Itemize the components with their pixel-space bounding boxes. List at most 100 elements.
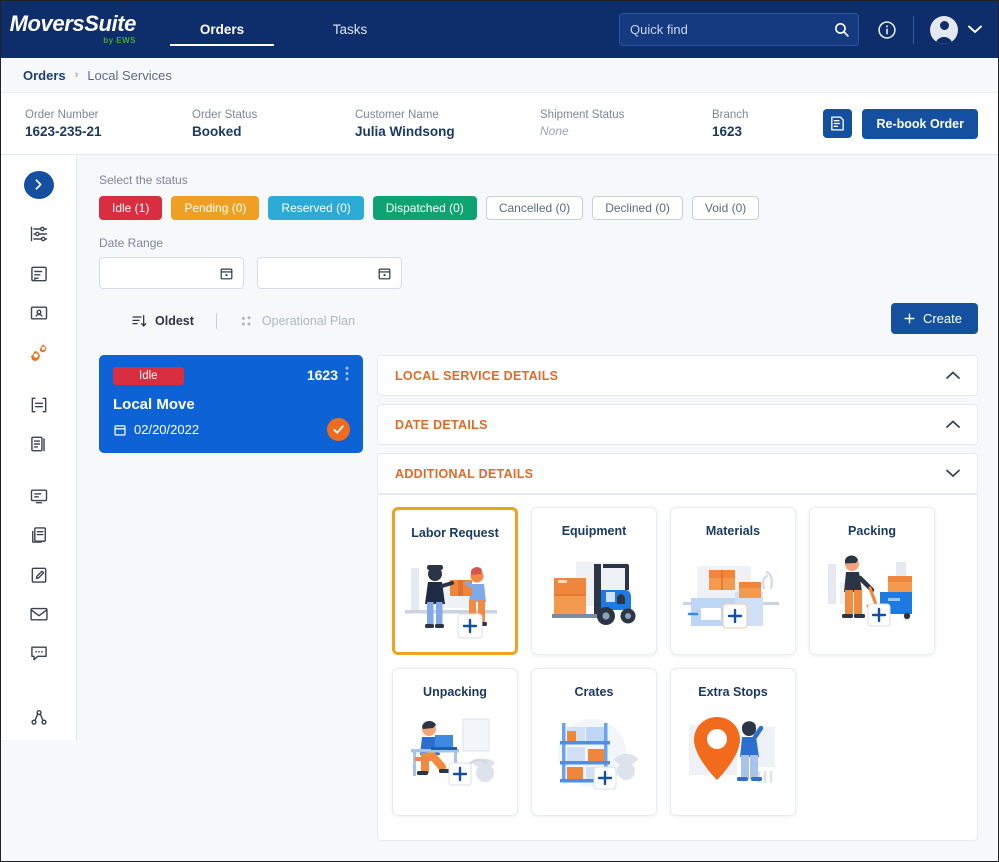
customer-name-value: Julia Windsong <box>355 124 540 139</box>
info-icon[interactable] <box>877 20 897 40</box>
main-nav: Orders Tasks <box>158 1 414 58</box>
materials-boxes-illustration <box>679 546 787 642</box>
sidebar-item-storage-icon[interactable] <box>20 478 58 513</box>
service-tiles: Labor Request <box>392 507 963 816</box>
accordion-additional-details[interactable]: ADDITIONAL DETAILS <box>377 453 978 494</box>
status-chip-pending[interactable]: Pending (0) <box>171 196 259 220</box>
search-input[interactable] <box>630 22 833 37</box>
tile-title: Packing <box>848 524 896 538</box>
tile-title: Unpacking <box>423 685 487 699</box>
sidebar-item-line-items-icon[interactable] <box>20 387 58 422</box>
status-chip-dispatched[interactable]: Dispatched (0) <box>373 196 477 220</box>
status-chip-declined[interactable]: Declined (0) <box>592 196 683 220</box>
calendar-icon <box>113 423 127 437</box>
customer-name-label: Customer Name <box>355 109 540 121</box>
create-button[interactable]: Create <box>891 303 978 334</box>
shipment-status-value: None <box>540 124 712 138</box>
logo-subtitle: by EWS <box>103 36 136 46</box>
status-filter-chips: Idle (1) Pending (0) Reserved (0) Dispat… <box>99 196 978 220</box>
accordion-title: LOCAL SERVICE DETAILS <box>395 369 558 383</box>
date-range-label: Date Range <box>99 236 978 250</box>
left-sidebar <box>1 155 77 740</box>
job-card[interactable]: Idle 1623 Local Move <box>99 355 363 453</box>
chevron-up-icon[interactable] <box>946 371 960 380</box>
accordion-date-details[interactable]: DATE DETAILS <box>377 404 978 445</box>
order-bar-actions: Re-book Order <box>823 109 978 139</box>
chevron-up-icon[interactable] <box>946 420 960 429</box>
user-avatar[interactable] <box>930 16 958 44</box>
field-shipment-status: Shipment Status None <box>540 109 712 138</box>
accordion-title: DATE DETAILS <box>395 418 488 432</box>
nav-right-actions <box>619 13 982 46</box>
rebook-order-button[interactable]: Re-book Order <box>862 109 978 139</box>
accordion-local-service-details[interactable]: LOCAL SERVICE DETAILS <box>377 355 978 396</box>
breadcrumb-orders[interactable]: Orders <box>23 68 66 83</box>
grid-dots-icon <box>239 314 254 329</box>
sort-divider <box>216 313 217 329</box>
sidebar-item-comments-icon[interactable] <box>20 636 58 671</box>
tile-title: Materials <box>706 524 760 538</box>
tile-unpacking[interactable]: Unpacking <box>392 668 518 816</box>
nav-tab-tasks[interactable]: Tasks <box>286 1 414 58</box>
job-date-row: 02/20/2022 <box>113 422 349 437</box>
notes-icon[interactable] <box>823 109 852 138</box>
tile-extra-stops[interactable]: Extra Stops <box>670 668 796 816</box>
content-columns: Idle 1623 Local Move <box>99 355 978 841</box>
operational-plan-button[interactable]: Operational Plan <box>239 314 355 329</box>
job-confirmed-check-icon[interactable] <box>327 418 350 441</box>
calendar-icon[interactable] <box>219 266 234 281</box>
sidebar-expand-chevron-icon[interactable] <box>24 171 54 199</box>
calendar-icon[interactable] <box>377 266 392 281</box>
tile-packing[interactable]: Packing <box>809 507 935 655</box>
select-status-label: Select the status <box>99 173 978 187</box>
tile-crates[interactable]: Crates <box>531 668 657 816</box>
app-window: MoversSuite by EWS Orders Tasks <box>0 0 999 862</box>
status-chip-reserved[interactable]: Reserved (0) <box>268 196 363 220</box>
sidebar-item-documents-icon[interactable] <box>20 426 58 461</box>
page-body: Select the status Idle (1) Pending (0) R… <box>1 155 998 857</box>
date-to-input[interactable] <box>257 257 402 289</box>
order-number-value: 1623-235-21 <box>25 124 192 139</box>
order-status-value: Booked <box>192 124 355 139</box>
branch-value: 1623 <box>712 124 748 139</box>
breadcrumb-local-services[interactable]: Local Services <box>87 68 172 83</box>
sort-oldest-button[interactable]: Oldest <box>99 313 194 329</box>
job-list-column: Idle 1623 Local Move <box>99 355 363 841</box>
sidebar-item-contacts-icon[interactable] <box>20 295 58 330</box>
tile-title: Extra Stops <box>698 685 767 699</box>
job-more-options-icon[interactable] <box>345 366 349 381</box>
chevron-down-icon[interactable] <box>946 469 960 478</box>
additional-details-panel: Labor Request <box>377 494 978 841</box>
date-range-inputs <box>99 257 978 289</box>
status-chip-idle[interactable]: Idle (1) <box>99 196 162 220</box>
crates-shelf-illustration <box>540 707 648 803</box>
sidebar-item-email-icon[interactable] <box>20 596 58 631</box>
search-icon[interactable] <box>833 21 850 38</box>
details-column: LOCAL SERVICE DETAILS DATE DETAILS <box>377 355 978 841</box>
sidebar-item-filters-icon[interactable] <box>20 217 58 252</box>
tile-materials[interactable]: Materials <box>670 507 796 655</box>
labor-request-illustration <box>401 548 509 644</box>
status-chip-void[interactable]: Void (0) <box>692 196 759 220</box>
sort-row: Oldest Operational Plan <box>99 301 978 341</box>
tile-title: Labor Request <box>411 526 499 540</box>
sidebar-item-share-network-icon[interactable] <box>20 701 58 736</box>
job-title: Local Move <box>113 396 349 413</box>
packing-cart-illustration <box>818 546 926 642</box>
tile-labor-request[interactable]: Labor Request <box>392 507 518 655</box>
sidebar-item-order-entry-icon[interactable] <box>20 256 58 291</box>
field-customer-name: Customer Name Julia Windsong <box>355 109 540 139</box>
date-from-input[interactable] <box>99 257 244 289</box>
sidebar-item-copy-doc-icon[interactable] <box>20 518 58 553</box>
app-logo[interactable]: MoversSuite by EWS <box>11 13 136 46</box>
sidebar-item-claims-clipboard-icon[interactable] <box>20 557 58 592</box>
sidebar-item-local-services-gears-icon[interactable] <box>20 335 58 370</box>
tile-title: Equipment <box>562 524 627 538</box>
status-chip-cancelled[interactable]: Cancelled (0) <box>486 196 583 220</box>
nav-tab-orders[interactable]: Orders <box>158 1 286 58</box>
top-navigation-bar: MoversSuite by EWS Orders Tasks <box>1 1 998 58</box>
operational-plan-label: Operational Plan <box>262 314 355 328</box>
quick-find-search[interactable] <box>619 13 859 46</box>
tile-equipment[interactable]: Equipment <box>531 507 657 655</box>
user-menu-chevron-down-icon[interactable] <box>968 25 982 34</box>
